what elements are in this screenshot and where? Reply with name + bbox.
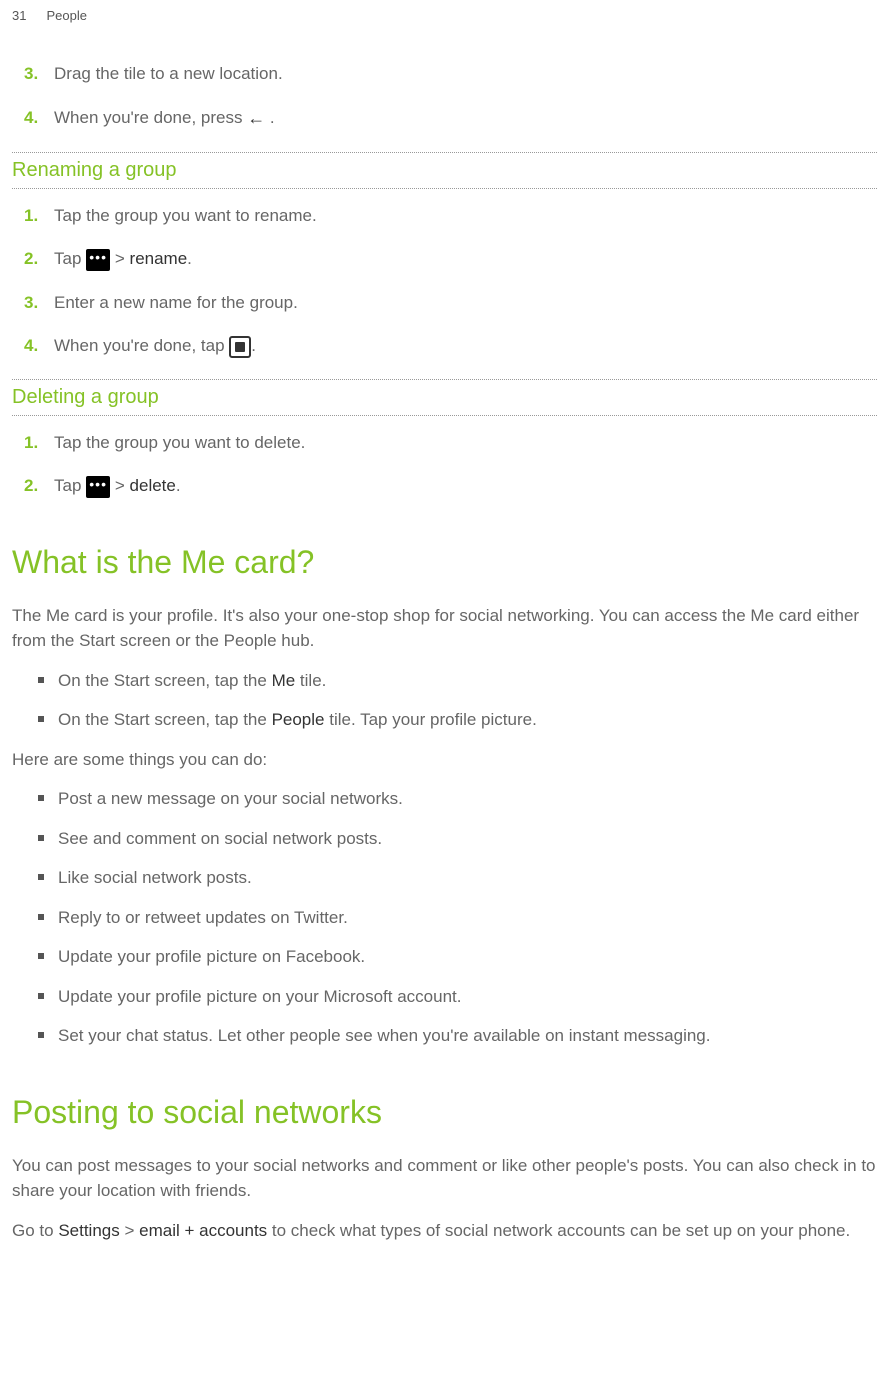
text-prefix: On the Start screen, tap the [58,710,272,729]
text-mid: > [120,1221,139,1240]
list-item: Set your chat status. Let other people s… [12,1023,877,1049]
bold-text: Settings [58,1221,119,1240]
text-prefix: Go to [12,1221,58,1240]
deleting-steps-list: 1. Tap the group you want to delete. 2. … [12,430,877,499]
continued-steps-list: 3. Drag the tile to a new location. 4. W… [12,61,877,132]
bullet-text: Like social network posts. [58,865,877,891]
step-number: 4. [24,333,54,359]
bullet-icon [38,677,44,683]
bullet-text: Post a new message on your social networ… [58,786,877,812]
step-text: Tap the group you want to rename. [54,203,877,229]
bullet-icon [38,835,44,841]
text-suffix: to check what types of social network ac… [267,1221,850,1240]
text-prefix: Tap [54,476,86,495]
bullet-text: Set your chat status. Let other people s… [58,1023,877,1049]
text-prefix: When you're done, press [54,108,247,127]
bullet-icon [38,953,44,959]
bold-text: People [272,710,325,729]
list-item: 2. Tap ••• > rename. [12,246,877,272]
step-text: Tap ••• > delete. [54,473,877,499]
list-item: Update your profile picture on your Micr… [12,984,877,1010]
text-suffix: . [176,476,181,495]
bullet-icon [38,874,44,880]
bullet-text: Update your profile picture on Facebook. [58,944,877,970]
me-card-heading: What is the Me card? [12,544,877,581]
text-suffix: tile. [295,671,326,690]
posting-heading: Posting to social networks [12,1094,877,1131]
bullet-icon [38,914,44,920]
bullet-text: Update your profile picture on your Micr… [58,984,877,1010]
list-item: Like social network posts. [12,865,877,891]
bold-text: delete [130,476,176,495]
step-number: 2. [24,473,54,499]
list-item: On the Start screen, tap the People tile… [12,707,877,733]
list-item: 2. Tap ••• > delete. [12,473,877,499]
text-suffix: . [187,249,192,268]
renaming-steps-list: 1. Tap the group you want to rename. 2. … [12,203,877,359]
text-prefix: On the Start screen, tap the [58,671,272,690]
list-item: See and comment on social network posts. [12,826,877,852]
list-item: 4. When you're done, tap . [12,333,877,359]
list-item: On the Start screen, tap the Me tile. [12,668,877,694]
posting-para2: Go to Settings > email + accounts to che… [12,1218,877,1244]
posting-para1: You can post messages to your social net… [12,1153,877,1204]
list-item: 3. Drag the tile to a new location. [12,61,877,87]
step-number: 1. [24,430,54,456]
bold-text: rename [130,249,188,268]
text-prefix: Tap [54,249,86,268]
page-number: 31 [12,8,26,23]
list-item: 3. Enter a new name for the group. [12,290,877,316]
step-number: 3. [24,61,54,87]
save-icon [229,336,251,358]
step-text: Drag the tile to a new location. [54,61,877,87]
bullet-text: See and comment on social network posts. [58,826,877,852]
step-number: 1. [24,203,54,229]
page-content: 3. Drag the tile to a new location. 4. W… [0,31,889,1277]
text-middle: > [115,476,130,495]
list-item: 1. Tap the group you want to delete. [12,430,877,456]
things-list: Post a new message on your social networ… [12,786,877,1049]
back-icon: ← [247,105,265,132]
bullet-icon [38,716,44,722]
bold-text: email + accounts [139,1221,267,1240]
text-suffix: . [270,108,275,127]
text-suffix: tile. Tap your profile picture. [325,710,537,729]
bold-text: Me [272,671,296,690]
step-text: When you're done, tap . [54,333,877,359]
text-prefix: When you're done, tap [54,336,229,355]
text-suffix: . [251,336,256,355]
text-middle: > [115,249,130,268]
bullet-icon [38,795,44,801]
step-number: 3. [24,290,54,316]
section-name: People [46,8,86,23]
list-item: Update your profile picture on Facebook. [12,944,877,970]
list-item: 1. Tap the group you want to rename. [12,203,877,229]
more-icon: ••• [86,476,110,498]
renaming-heading: Renaming a group [12,152,877,189]
step-text: Tap ••• > rename. [54,246,877,272]
page-header: 31 People [0,0,889,31]
deleting-heading: Deleting a group [12,379,877,416]
more-icon: ••• [86,249,110,271]
me-card-access-list: On the Start screen, tap the Me tile. On… [12,668,877,733]
list-item: 4. When you're done, press ← . [12,105,877,132]
step-text: Tap the group you want to delete. [54,430,877,456]
list-item: Post a new message on your social networ… [12,786,877,812]
bullet-text: On the Start screen, tap the Me tile. [58,668,877,694]
step-number: 2. [24,246,54,272]
bullet-text: Reply to or retweet updates on Twitter. [58,905,877,931]
step-text: Enter a new name for the group. [54,290,877,316]
bullet-icon [38,1032,44,1038]
list-item: Reply to or retweet updates on Twitter. [12,905,877,931]
things-intro: Here are some things you can do: [12,747,877,773]
step-text: When you're done, press ← . [54,105,877,132]
me-card-intro: The Me card is your profile. It's also y… [12,603,877,654]
bullet-icon [38,993,44,999]
step-number: 4. [24,105,54,131]
bullet-text: On the Start screen, tap the People tile… [58,707,877,733]
